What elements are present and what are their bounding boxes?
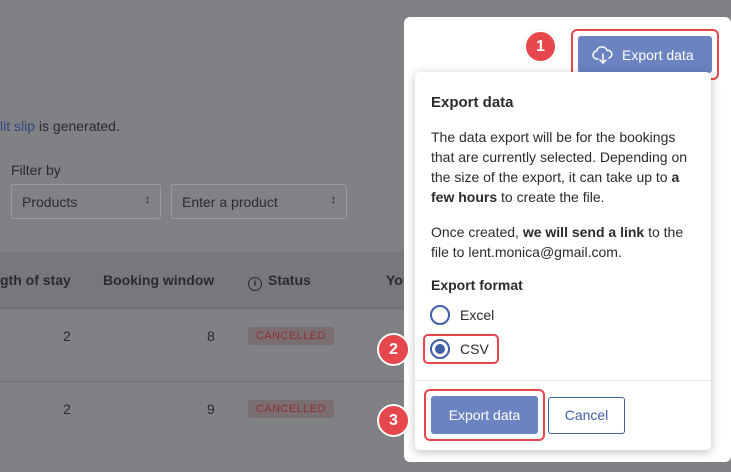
csv-option-highlight xyxy=(423,334,499,364)
email-notice: Once created, we will send a link to the… xyxy=(431,224,684,260)
chevron-updown-icon: ↕ xyxy=(330,194,337,206)
cell-booking-window: 8 xyxy=(207,328,215,344)
cloud-download-icon xyxy=(592,45,613,64)
export-description: The data export will be for the bookings… xyxy=(431,129,688,205)
product-filter-select[interactable]: Products ↕ xyxy=(11,184,161,219)
radio-excel[interactable]: Excel xyxy=(430,305,494,325)
export-submit-highlight: Export data xyxy=(424,389,545,441)
cell-length-of-stay: 2 xyxy=(63,328,71,344)
popover-divider xyxy=(415,380,711,381)
product-search-input[interactable]: Enter a product ↕ xyxy=(171,184,347,219)
radio-button[interactable] xyxy=(430,305,450,325)
step-marker-3: 3 xyxy=(377,404,410,437)
cell-booking-window: 9 xyxy=(207,401,215,417)
column-length-of-stay[interactable]: gth of stay xyxy=(0,272,71,288)
info-icon: i xyxy=(248,277,262,291)
cancel-button[interactable]: Cancel xyxy=(548,397,625,434)
export-format-label: Export format xyxy=(431,277,523,293)
export-data-button[interactable]: Export data xyxy=(578,36,712,73)
status-badge: CANCELLED xyxy=(248,400,334,418)
export-submit-button[interactable]: Export data xyxy=(431,396,538,434)
credit-slip-link[interactable]: lit slip xyxy=(0,118,35,134)
info-text: lit slip is generated. xyxy=(0,118,120,134)
cell-length-of-stay: 2 xyxy=(63,401,71,417)
step-marker-1: 1 xyxy=(524,30,557,63)
popover-title: Export data xyxy=(431,94,514,111)
column-booking-window[interactable]: Booking window xyxy=(103,272,214,288)
filter-label: Filter by xyxy=(11,162,61,178)
step-marker-2: 2 xyxy=(377,333,410,366)
column-status[interactable]: i Status xyxy=(248,272,311,291)
status-badge: CANCELLED xyxy=(248,327,334,345)
chevron-updown-icon: ↕ xyxy=(144,194,151,206)
